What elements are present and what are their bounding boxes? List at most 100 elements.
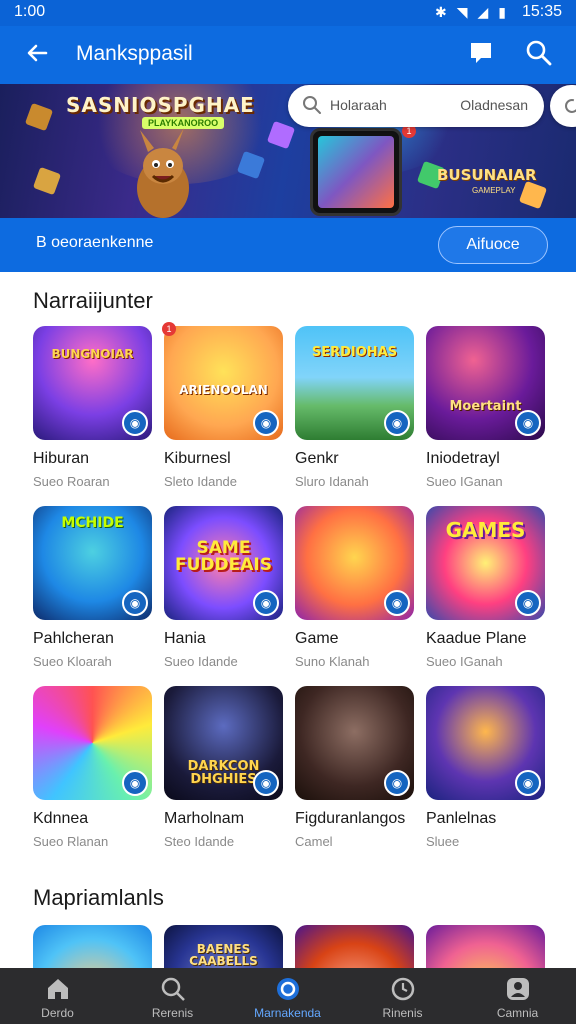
game-title: Hiburan: [33, 450, 90, 467]
game-subtitle: Sueo IGanan: [426, 474, 503, 489]
controller-badge-icon: ◉: [253, 590, 279, 616]
chat-icon[interactable]: [468, 40, 494, 66]
game-title: Panlelnas: [426, 810, 497, 827]
nav-label: Marnakenda: [254, 1006, 321, 1020]
game-title: Iniodetrayl: [426, 450, 500, 467]
game-subtitle: Sueo Idande: [164, 654, 238, 669]
nav-label: Camnia: [496, 1006, 539, 1020]
game-thumbnail[interactable]: SAME FUDDEAIS ◉: [164, 506, 283, 620]
game-thumbnail[interactable]: ARIENOOLAN ◉: [164, 326, 283, 440]
game-subtitle: Camel: [295, 834, 333, 849]
nav-item-history[interactable]: Rinenis: [345, 968, 460, 1024]
game-title: Genkr: [295, 450, 339, 467]
controller-badge-icon: ◉: [122, 590, 148, 616]
game-thumbnail[interactable]: [33, 925, 152, 968]
controller-badge-icon: ◉: [122, 410, 148, 436]
game-title: Marholnam: [164, 810, 245, 827]
game-subtitle: Sluee: [426, 834, 460, 849]
home-icon: [48, 979, 68, 999]
banner-phone-image: [310, 128, 402, 216]
status-icons: ✱ ◥ ◢ ▮: [435, 4, 506, 21]
nav-label: Derdo: [41, 1006, 74, 1020]
thumbnail-title: BAENES CAABELLS: [189, 942, 258, 968]
strip-label: B oeoraenkenne: [36, 234, 154, 251]
controller-badge-icon: ◉: [515, 410, 541, 436]
thumbnail-title: GAMES: [445, 518, 526, 542]
controller-badge-icon: ◉: [384, 770, 410, 796]
strip-action-button[interactable]: Aifuoce: [438, 226, 548, 264]
controller-badge-icon: ◉: [253, 770, 279, 796]
thumbnail-title: BUNGNOIAR: [51, 347, 134, 361]
battery-icon: ▮: [498, 4, 506, 20]
thumbnail-title: ARIENOOLAN: [179, 383, 268, 397]
banner-right-logo: BUSUNAIAR: [437, 166, 537, 184]
game-thumbnail[interactable]: ◉: [295, 686, 414, 800]
new-badge: 1: [162, 322, 176, 336]
nav-label: Rinenis: [382, 1006, 423, 1020]
game-thumbnail[interactable]: Moertaint ◉: [426, 326, 545, 440]
profile-icon: [507, 978, 529, 1000]
status-bar: 1:00 ✱ ◥ ◢ ▮ 15:35: [0, 0, 576, 26]
section-title-1: Narraiijunter: [33, 288, 153, 313]
wifi-icon: ◥: [456, 4, 468, 20]
game-thumbnail[interactable]: ◉: [33, 686, 152, 800]
game-thumbnail[interactable]: [295, 925, 414, 968]
game-subtitle: Sluro Idanah: [295, 474, 369, 489]
game-title: Game: [295, 630, 339, 647]
kangaroo-mascot-image: [137, 128, 189, 218]
banner-right-sub: GAMEPLAY: [472, 186, 516, 195]
thumbnail-title: MCHIDE: [61, 515, 124, 531]
games-icon: [277, 978, 299, 1000]
thumbnail-title: SAME FUDDEAIS: [175, 538, 272, 575]
controller-badge-icon: ◉: [253, 410, 279, 436]
game-thumbnail[interactable]: SERDIOHAS ◉: [295, 326, 414, 440]
game-subtitle: Sueo IGanah: [426, 654, 503, 669]
controller-badge-icon: ◉: [515, 770, 541, 796]
search-bar[interactable]: Holaraah Oladnesan: [288, 85, 544, 127]
status-time-right: 15:35: [521, 3, 562, 20]
game-thumbnail[interactable]: BUNGNOIAR ◉: [33, 326, 152, 440]
game-thumbnail[interactable]: GAMES ◉: [426, 506, 545, 620]
game-thumbnail[interactable]: BAENES CAABELLS: [164, 925, 283, 968]
thumbnail-title: SERDIOHAS: [311, 345, 398, 360]
game-title: Kiburnesl: [164, 450, 231, 467]
section-title-2: Mapriamlanls: [33, 885, 164, 910]
games-grid-2: BAENES CAABELLS: [33, 925, 545, 968]
game-thumbnail[interactable]: ◉: [295, 506, 414, 620]
game-subtitle: Sueo Kloarah: [33, 654, 112, 669]
games-grid: BUNGNOIAR ◉ Hiburan Sueo Roaran ARIENOOL…: [33, 326, 545, 886]
category-strip: B oeoraenkenne Aifuoce: [0, 218, 576, 272]
game-thumbnail[interactable]: [426, 925, 545, 968]
search-right-label: Oladnesan: [460, 97, 528, 113]
nav-label: Rerenis: [151, 1006, 194, 1020]
nav-item-profile[interactable]: Camnia: [460, 968, 575, 1024]
game-title: Kdnnea: [33, 810, 89, 827]
search-icon[interactable]: [524, 38, 554, 68]
game-title: Kaadue Plane: [426, 630, 527, 647]
refresh-icon: [565, 99, 576, 113]
banner-logo-text: SASNIOSPGHAE: [66, 93, 255, 117]
controller-badge-icon: ◉: [384, 590, 410, 616]
search-icon: [303, 96, 321, 114]
game-subtitle: Sueo Rlanan: [33, 834, 109, 849]
nav-item-search[interactable]: Rerenis: [115, 968, 230, 1024]
status-time-left: 1:00: [14, 3, 46, 20]
game-subtitle: Sleto Idande: [164, 474, 238, 489]
signal-icon: ◢: [477, 4, 489, 20]
controller-badge-icon: ◉: [515, 590, 541, 616]
back-arrow-icon[interactable]: [22, 38, 52, 68]
search-icon: [161, 977, 185, 1001]
game-thumbnail[interactable]: ◉: [426, 686, 545, 800]
game-thumbnail[interactable]: MCHIDE ◉: [33, 506, 152, 620]
game-thumbnail[interactable]: DARKCON DHGHIES ◉: [164, 686, 283, 800]
controller-badge-icon: ◉: [122, 770, 148, 796]
app-bar: Manksppasil: [0, 26, 576, 84]
game-title: Hania: [164, 630, 206, 647]
game-title: Figduranlangos: [295, 810, 406, 827]
game-subtitle: Sueo Roaran: [33, 474, 110, 489]
bottom-navigation: Derdo Rerenis Marnakenda Rinenis Camnia: [0, 968, 576, 1024]
search-input[interactable]: Holaraah: [330, 97, 387, 113]
page-title: Manksppasil: [76, 42, 193, 65]
nav-item-home[interactable]: Derdo: [0, 968, 115, 1024]
nav-item-games[interactable]: Marnakenda: [230, 968, 345, 1024]
